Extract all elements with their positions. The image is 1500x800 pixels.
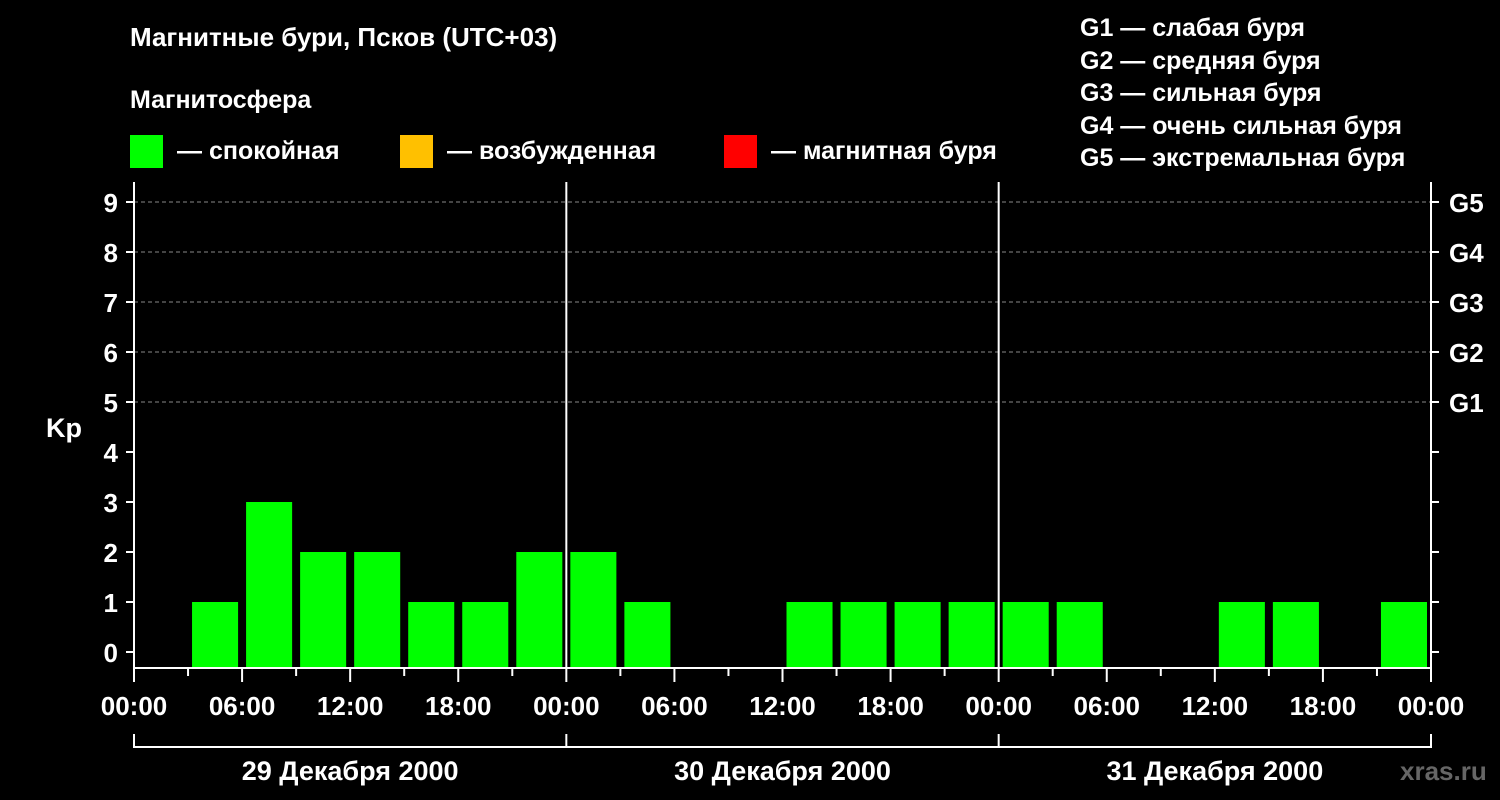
g-scale-label: G2 xyxy=(1449,338,1484,368)
kp-bar xyxy=(948,602,995,668)
day-label: 29 Декабря 2000 xyxy=(242,756,459,786)
kp-bar xyxy=(300,552,347,668)
kp-bar xyxy=(624,602,671,668)
y-tick-label: 0 xyxy=(104,638,118,668)
x-tick-label: 00:00 xyxy=(1398,691,1465,721)
day-label: 30 Декабря 2000 xyxy=(674,756,891,786)
kp-bar xyxy=(354,552,401,668)
y-axis-label: Kp xyxy=(46,413,82,443)
y-tick-label: 3 xyxy=(104,488,118,518)
day-label: 31 Декабря 2000 xyxy=(1106,756,1323,786)
y-tick-label: 4 xyxy=(104,438,119,468)
kp-bar-chart: 0 1 2 3 4 5 6 7 8 9 G1 G2 G3 G4 G5 Kp 00:00 06:00 12:00 18:… xyxy=(46,182,1484,786)
kp-bar xyxy=(1380,602,1427,668)
kp-bar xyxy=(462,602,509,668)
x-tick-label: 18:00 xyxy=(425,691,492,721)
y-tick-label: 7 xyxy=(104,288,118,318)
kp-bar xyxy=(1272,602,1319,668)
kp-bar xyxy=(408,602,455,668)
y-tick-label: 1 xyxy=(104,588,118,618)
y-tick-label: 6 xyxy=(104,338,118,368)
x-tick-label: 00:00 xyxy=(101,691,168,721)
kp-bar xyxy=(1218,602,1265,668)
g-scale-label: G5 xyxy=(1449,188,1484,218)
kp-bar xyxy=(894,602,941,668)
x-tick-label: 00:00 xyxy=(533,691,600,721)
x-tick-label: 06:00 xyxy=(209,691,276,721)
y-tick-label: 9 xyxy=(104,188,118,218)
g-scale-label: G3 xyxy=(1449,288,1484,318)
watermark: xras.ru xyxy=(1400,756,1487,786)
y-tick-label: 5 xyxy=(104,388,118,418)
kp-bar xyxy=(246,502,293,668)
y-tick-label: 2 xyxy=(104,538,118,568)
g-scale-label: G1 xyxy=(1449,388,1484,418)
x-tick-label: 18:00 xyxy=(857,691,924,721)
y-tick-label: 8 xyxy=(104,238,118,268)
x-tick-label: 12:00 xyxy=(749,691,816,721)
kp-bar xyxy=(840,602,887,668)
kp-bar xyxy=(516,552,563,668)
x-tick-label: 12:00 xyxy=(1182,691,1249,721)
x-tick-label: 06:00 xyxy=(1074,691,1141,721)
kp-bar xyxy=(786,602,833,668)
kp-bar xyxy=(1002,602,1049,668)
kp-bar xyxy=(1056,602,1103,668)
x-tick-label: 12:00 xyxy=(317,691,384,721)
x-tick-label: 18:00 xyxy=(1290,691,1357,721)
x-tick-label: 06:00 xyxy=(641,691,708,721)
kp-bar xyxy=(192,602,239,668)
x-tick-label: 00:00 xyxy=(965,691,1032,721)
g-scale-label: G4 xyxy=(1449,238,1484,268)
kp-bar xyxy=(570,552,617,668)
